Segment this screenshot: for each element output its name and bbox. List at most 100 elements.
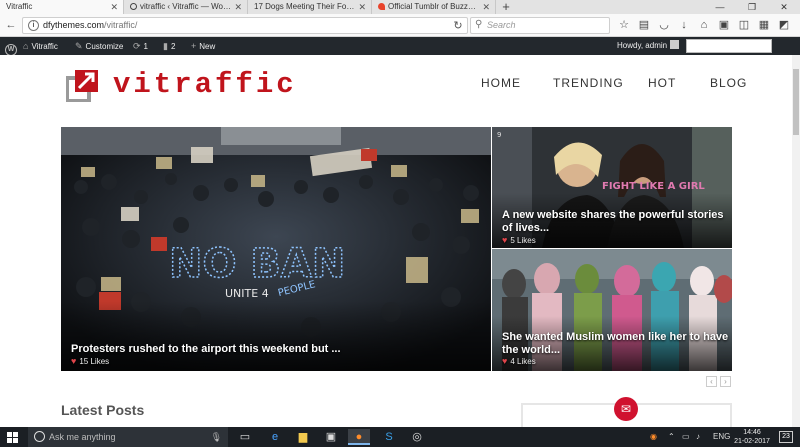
cortana-search-text: Ask me anything: [49, 432, 116, 442]
slide-title[interactable]: Protesters rushed to the airport this we…: [71, 343, 341, 356]
browser-tab-tumblr[interactable]: Official Tumblr of BuzzFee... ✕: [372, 0, 496, 14]
browser-tab-dogs[interactable]: 17 Dogs Meeting Their Forever... ✕: [248, 0, 372, 14]
heart-icon[interactable]: ♥: [502, 235, 507, 245]
site-logo-text[interactable]: vitraffic: [113, 68, 297, 102]
extension-icon[interactable]: ◫: [734, 17, 754, 34]
sign-no-ban: NO BAN: [169, 241, 345, 287]
menu-item-trending[interactable]: TRENDING: [553, 76, 624, 90]
customize-label: Customize: [85, 42, 124, 51]
heart-icon[interactable]: ♥: [71, 356, 76, 366]
app-circle-icon[interactable]: ◎: [406, 429, 428, 445]
task-view-icon[interactable]: ▭: [234, 429, 256, 445]
extension-icon[interactable]: ◩: [774, 17, 794, 34]
mail-icon[interactable]: ✉: [614, 397, 638, 421]
page-scrollbar[interactable]: [792, 55, 800, 427]
comment-icon: ▮: [163, 41, 168, 51]
tab-title: 17 Dogs Meeting Their Forever...: [254, 2, 371, 11]
reader-list-icon[interactable]: ▤: [634, 17, 654, 34]
url-path: /vitraffic/: [104, 20, 138, 30]
slide-likes: ♥ 4 Likes: [502, 356, 536, 367]
bookmark-star-icon[interactable]: ☆: [614, 17, 634, 34]
address-bar[interactable]: i dfythemes.com/vitraffic/ ↻: [22, 17, 468, 34]
browser-nav-bar: ← i dfythemes.com/vitraffic/ ↻ ⚲ Search …: [0, 14, 800, 37]
menu-item-blog[interactable]: BLOG: [710, 76, 747, 90]
download-icon[interactable]: ↓: [674, 17, 694, 34]
notification-center-icon[interactable]: 23: [779, 431, 793, 443]
new-tab-button[interactable]: +: [496, 0, 516, 14]
search-icon: ⚲: [475, 19, 483, 30]
browser-tab-vitraffic[interactable]: Vitraffic ✕: [0, 0, 124, 14]
new-label: New: [199, 42, 216, 51]
site-header: vitraffic HOME TRENDING HOT BLOG: [0, 55, 792, 127]
sign-unite: UNITE 4: [225, 287, 269, 300]
tray-expand-icon[interactable]: ⌃: [668, 427, 675, 447]
comments-link[interactable]: ▮ 2: [163, 37, 175, 55]
admin-search-input[interactable]: [686, 39, 772, 53]
wordpress-favicon-icon: [130, 3, 137, 10]
toolbar-icons: ☆ ▤ ◡ ↓ ⌂ ▣ ◫ ▦ ◩ ≡: [614, 17, 800, 34]
language-indicator[interactable]: ENG: [713, 427, 730, 447]
featured-slide-side-2[interactable]: She wanted Muslim women like her to have…: [492, 249, 732, 371]
battery-icon[interactable]: ▭: [682, 427, 690, 447]
likes-count: 15 Likes: [79, 357, 110, 366]
menu-item-home[interactable]: HOME: [481, 76, 521, 90]
clock[interactable]: 14:46 21-02-2017: [732, 428, 772, 446]
browser-tab-wordpress[interactable]: vitraffic ‹ Vitraffic — WordPress ✕: [124, 0, 248, 14]
updates-icon: ⟳: [133, 41, 141, 51]
reload-icon[interactable]: ↻: [451, 19, 465, 33]
back-arrow-icon[interactable]: ←: [4, 18, 18, 32]
wordpress-logo-icon[interactable]: W: [5, 37, 17, 56]
my-account-link[interactable]: Howdy, admin: [617, 37, 680, 55]
customize-link[interactable]: ✎ Customize: [75, 37, 123, 55]
info-icon[interactable]: i: [28, 20, 39, 31]
comments-count: 2: [170, 42, 176, 51]
close-window-button[interactable]: ✕: [768, 0, 800, 14]
minimize-button[interactable]: —: [704, 0, 736, 14]
microphone-icon[interactable]: 🎙: [211, 427, 222, 447]
logo-arrow-icon[interactable]: [66, 69, 99, 102]
url-text: dfythemes.com/vitraffic/: [43, 18, 137, 33]
home-icon[interactable]: ⌂: [694, 17, 714, 34]
site-name-link[interactable]: ⌂ Vitraffic: [23, 37, 58, 55]
windows-start-icon[interactable]: [7, 432, 18, 443]
home-icon: ⌂: [23, 41, 29, 51]
heart-icon[interactable]: ♥: [502, 356, 507, 366]
slide-likes: ♥ 15 Likes: [71, 356, 109, 367]
scrollbar-thumb[interactable]: [793, 69, 799, 135]
close-tab-icon[interactable]: ✕: [234, 0, 242, 14]
extension-icon[interactable]: ▦: [754, 17, 774, 34]
maximize-button[interactable]: ❐: [736, 0, 768, 14]
windows-taskbar: Ask me anything 🎙 ▭ e ▆ ▣ ● S ◎ ◉ ⌃ ▭ ♪ …: [0, 427, 800, 447]
buzzfeed-favicon-icon: [378, 3, 385, 10]
cortana-search[interactable]: Ask me anything 🎙: [28, 427, 228, 447]
menu-item-hot[interactable]: HOT: [648, 76, 676, 90]
close-tab-icon[interactable]: ✕: [110, 0, 118, 14]
tray-app-icon[interactable]: ◉: [650, 427, 657, 447]
clock-date: 21-02-2017: [734, 438, 770, 445]
tab-title: Official Tumblr of BuzzFee...: [388, 2, 489, 11]
close-tab-icon[interactable]: ✕: [358, 0, 366, 14]
pocket-icon[interactable]: ◡: [654, 17, 674, 34]
extension-icon[interactable]: ▣: [714, 17, 734, 34]
new-content-link[interactable]: + New: [191, 37, 215, 55]
updates-link[interactable]: ⟳ 1: [133, 37, 148, 55]
url-host: dfythemes.com: [43, 20, 105, 30]
featured-slide-main[interactable]: NO BAN UNITE 4 PEOPLE Protesters rushed …: [61, 127, 491, 371]
store-icon[interactable]: ▣: [320, 429, 342, 445]
menu-icon[interactable]: ≡: [794, 17, 800, 34]
firefox-icon[interactable]: ●: [348, 429, 370, 445]
close-tab-icon[interactable]: ✕: [482, 0, 490, 14]
slider-prev-button[interactable]: ‹: [706, 376, 717, 387]
likes-count: 5 Likes: [510, 236, 536, 245]
skype-icon[interactable]: S: [378, 429, 400, 445]
file-explorer-icon[interactable]: ▆: [292, 429, 314, 445]
slider-next-button[interactable]: ›: [720, 376, 731, 387]
featured-slide-side-1[interactable]: FIGHT LIKE A GIRL 9 A new website shares…: [492, 127, 732, 248]
cortana-icon: [34, 431, 45, 442]
slide-title[interactable]: A new website shares the powerful storie…: [502, 209, 727, 235]
volume-icon[interactable]: ♪: [696, 427, 700, 447]
slide-title[interactable]: She wanted Muslim women like her to have…: [502, 331, 732, 357]
edge-browser-icon[interactable]: e: [264, 429, 286, 445]
search-box[interactable]: ⚲ Search: [470, 17, 610, 34]
avatar: [670, 40, 680, 49]
